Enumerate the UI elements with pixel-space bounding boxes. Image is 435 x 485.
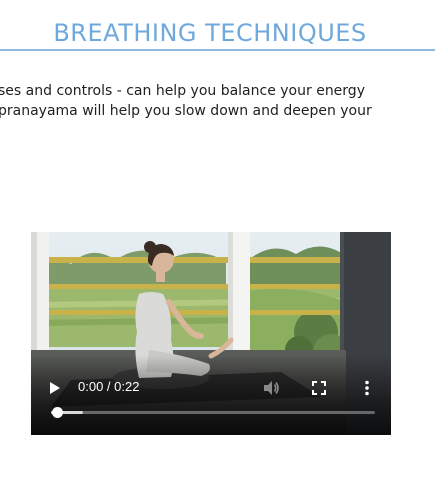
fullscreen-icon bbox=[312, 381, 326, 395]
paragraph-line-1: ses and controls - can help you balance … bbox=[0, 83, 365, 99]
title-divider bbox=[0, 49, 435, 51]
page: BREATHING TECHNIQUES ses and controls - … bbox=[0, 0, 435, 485]
video-player[interactable]: 0:00 / 0:22 bbox=[31, 232, 391, 435]
time-display: 0:00 / 0:22 bbox=[78, 379, 140, 394]
fullscreen-button[interactable] bbox=[309, 378, 329, 398]
progress-bar[interactable] bbox=[51, 407, 375, 418]
more-vert-icon bbox=[365, 380, 369, 396]
play-button[interactable] bbox=[45, 378, 65, 398]
more-options-button[interactable] bbox=[357, 378, 377, 398]
section-title: BREATHING TECHNIQUES bbox=[53, 19, 367, 47]
progress-scrubber-handle[interactable] bbox=[52, 407, 63, 418]
volume-icon bbox=[264, 381, 279, 395]
mute-button[interactable] bbox=[260, 377, 282, 399]
play-icon bbox=[50, 382, 60, 394]
description-paragraph: ses and controls - can help you balance … bbox=[0, 81, 435, 121]
paragraph-line-2: pranayama will help you slow down and de… bbox=[0, 103, 372, 119]
